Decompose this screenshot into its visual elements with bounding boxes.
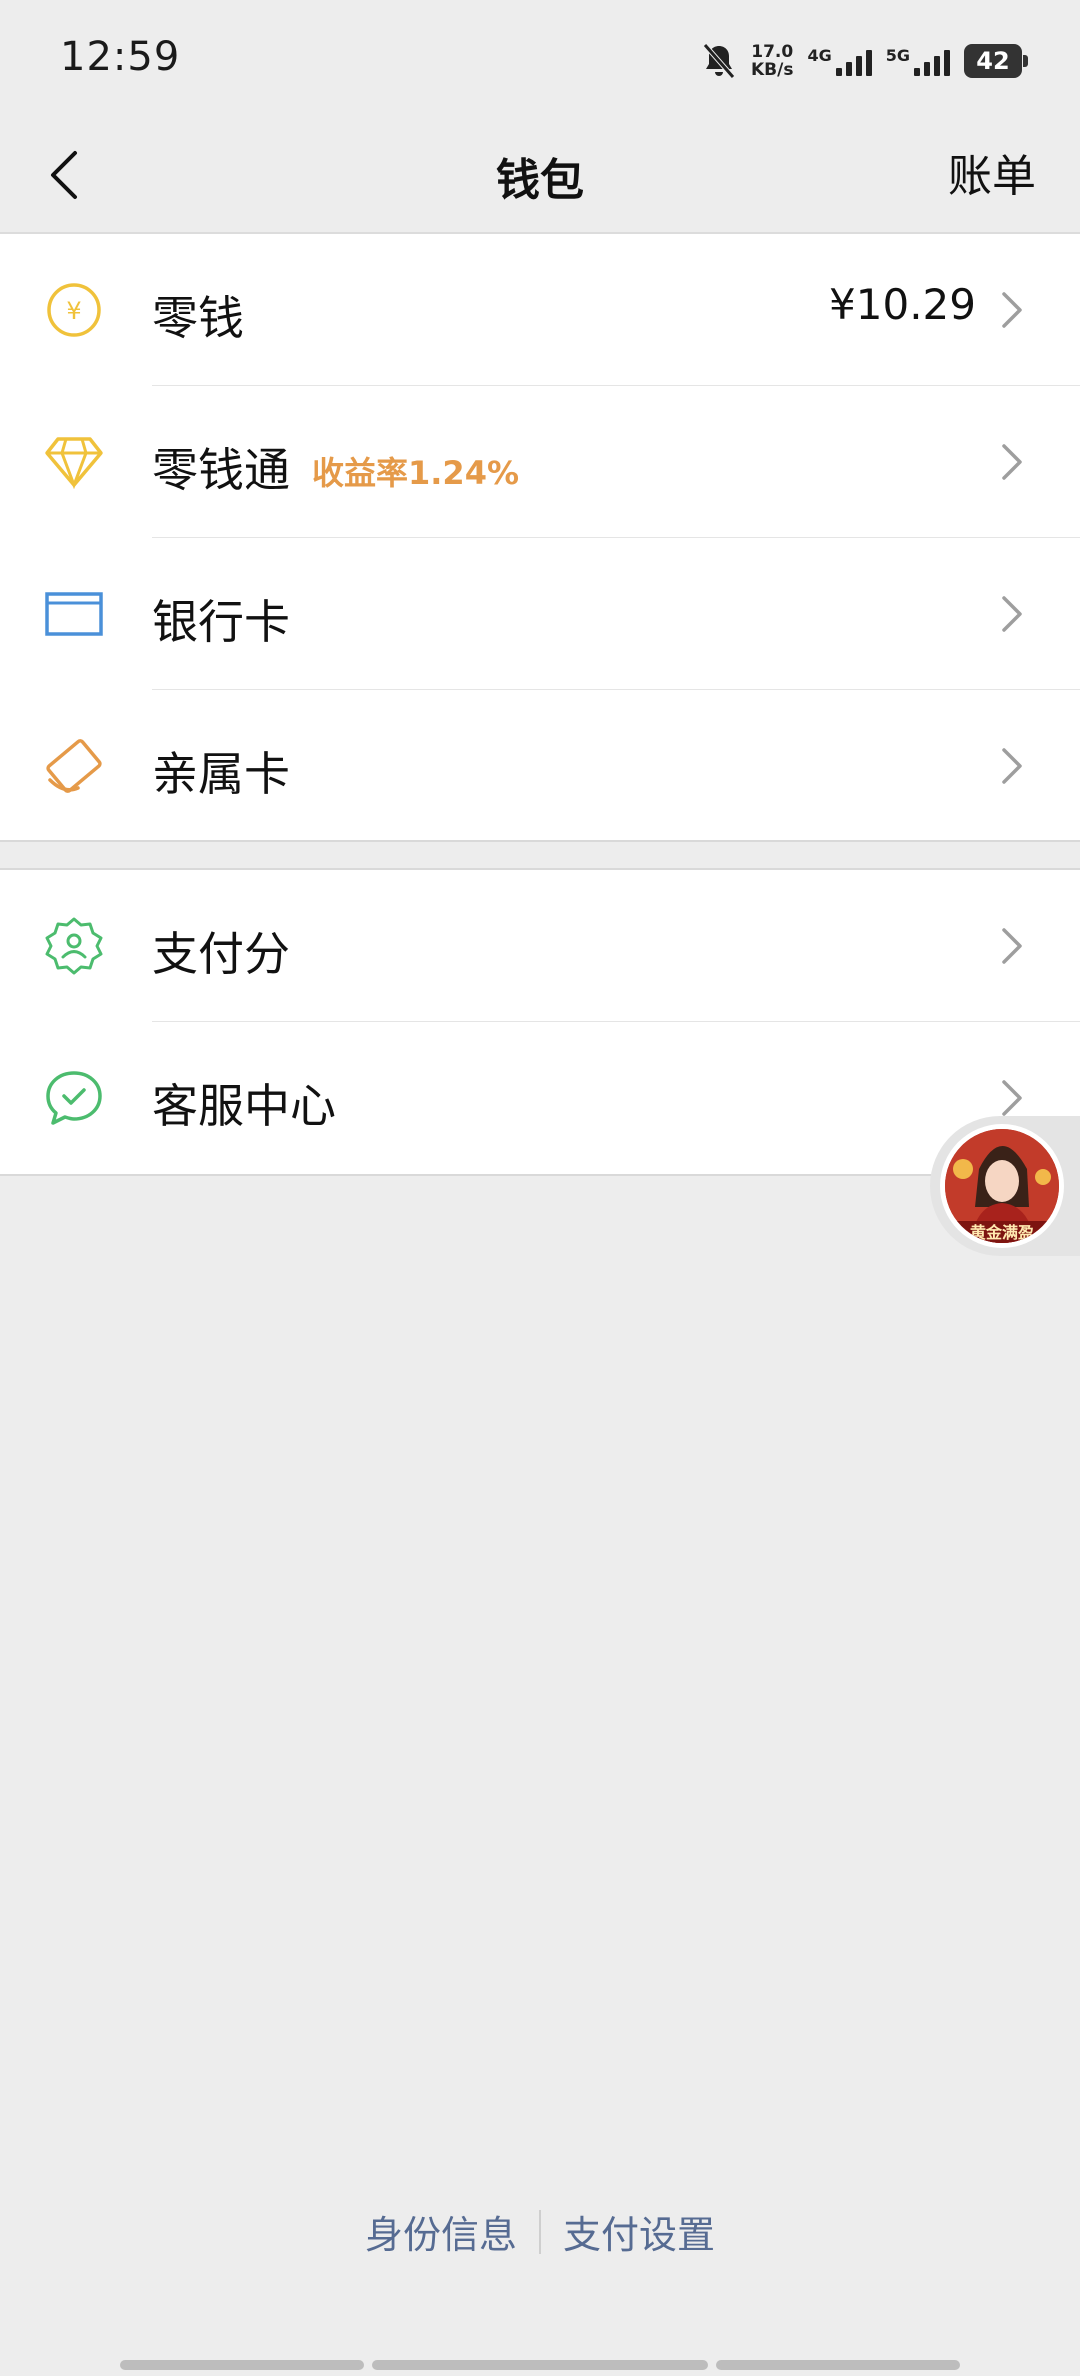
status-time: 12:59	[60, 34, 181, 80]
chevron-right-icon	[1002, 748, 1022, 784]
diamond-icon	[44, 432, 104, 492]
network-speed: 17.0 KB/s	[751, 43, 793, 79]
page-title: 钱包	[496, 155, 584, 206]
speed-unit: KB/s	[751, 60, 794, 80]
footer-divider	[539, 2209, 541, 2254]
svg-text:¥: ¥	[66, 297, 81, 325]
signal-bars-icon	[835, 46, 872, 76]
floating-game-widget[interactable]: 黄金满盈	[930, 1116, 1080, 1256]
signal-4g: 4G	[807, 46, 872, 76]
status-bar: 12:59 17.0 KB/s 4G 5G 42	[0, 0, 1080, 120]
signal-5g: 5G	[886, 46, 950, 76]
game-avatar-image: 黄金满盈	[945, 1129, 1059, 1243]
chevron-right-icon	[1002, 292, 1022, 328]
nav-bar: 钱包 账单	[0, 120, 1080, 232]
customer-service-label: 客服中心	[152, 1079, 336, 1133]
bank-card-label: 银行卡	[152, 595, 290, 649]
pay-settings-link[interactable]: 支付设置	[563, 2204, 715, 2259]
list-item-balance[interactable]: ¥ 零钱 ¥10.29	[0, 234, 1080, 386]
list-item-bank-card[interactable]: 银行卡	[0, 538, 1080, 690]
list-item-lingqiantong[interactable]: 零钱通 收益率1.24%	[0, 386, 1080, 538]
wallet-list: ¥ 零钱 ¥10.29 零钱通 收益率1.24% 银行卡 亲属卡	[0, 234, 1080, 842]
service-list: 支付分 客服中心	[0, 868, 1080, 1176]
chevron-right-icon	[1002, 1080, 1022, 1116]
balance-label: 零钱	[152, 291, 244, 345]
yield-rate-badge: 收益率1.24%	[312, 454, 520, 492]
signal-4g-label: 4G	[807, 46, 832, 65]
family-card-icon	[44, 736, 104, 796]
lingqiantong-label: 零钱通	[152, 443, 290, 497]
pay-score-icon	[44, 916, 104, 976]
nav-gesture-bar[interactable]	[716, 2360, 960, 2370]
nav-gesture-bar[interactable]	[372, 2360, 708, 2370]
chevron-right-icon	[1002, 444, 1022, 480]
battery-icon: 42	[964, 44, 1028, 78]
family-card-label: 亲属卡	[152, 747, 290, 801]
balance-amount: ¥10.29	[829, 280, 976, 329]
speed-value: 17.0	[751, 42, 794, 62]
list-item-family-card[interactable]: 亲属卡	[0, 690, 1080, 842]
identity-info-link[interactable]: 身份信息	[365, 2204, 517, 2259]
nav-gesture-bar[interactable]	[120, 2360, 364, 2370]
bill-button[interactable]: 账单	[948, 140, 1036, 204]
list-item-customer-service[interactable]: 客服中心	[0, 1022, 1080, 1174]
chevron-right-icon	[1002, 928, 1022, 964]
list-item-pay-score[interactable]: 支付分	[0, 870, 1080, 1022]
pay-score-label: 支付分	[152, 927, 290, 981]
footer-links: 身份信息 支付设置	[0, 2204, 1080, 2259]
signal-bars-icon	[914, 46, 950, 76]
yuan-coin-icon: ¥	[44, 280, 104, 340]
battery-level: 42	[976, 47, 1010, 75]
status-icons: 17.0 KB/s 4G 5G 42	[701, 36, 1028, 86]
chevron-right-icon	[1002, 596, 1022, 632]
silent-bell-icon	[703, 43, 735, 79]
signal-5g-label: 5G	[885, 46, 910, 65]
customer-service-icon	[44, 1068, 104, 1128]
bank-card-icon	[44, 584, 104, 644]
